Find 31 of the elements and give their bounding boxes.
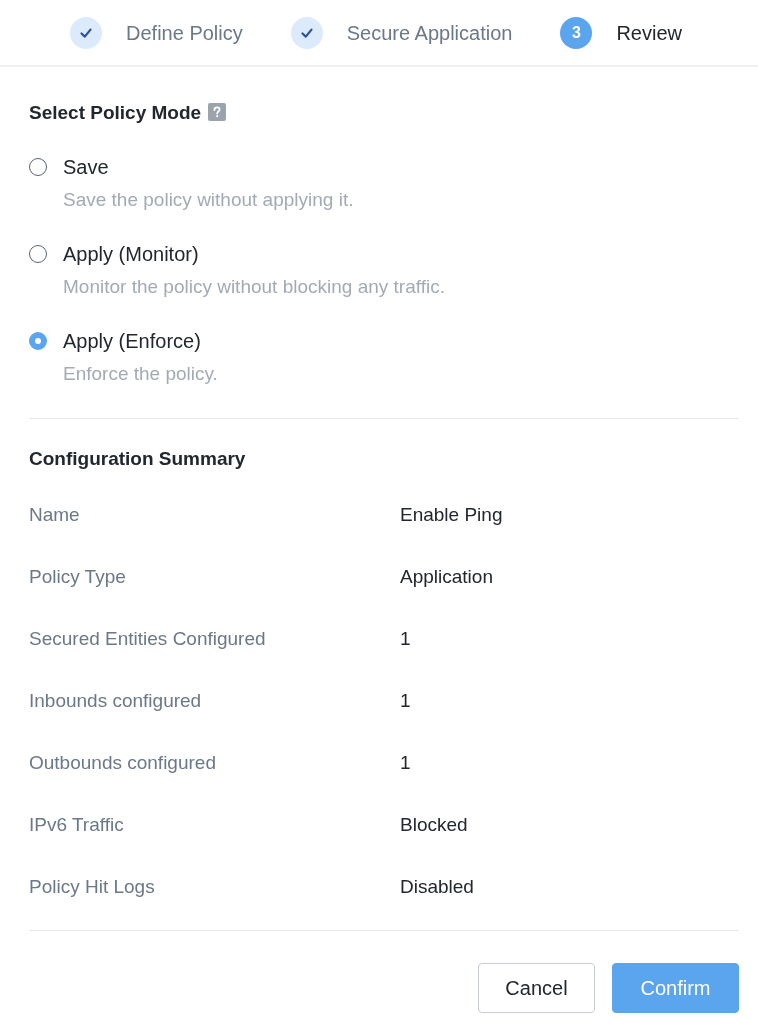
help-icon[interactable]: [208, 102, 227, 121]
option-label[interactable]: Apply (Enforce): [63, 328, 201, 354]
summary-label: Secured Entities Configured: [29, 628, 266, 650]
radio-button[interactable]: [29, 332, 47, 350]
option-description: Save the policy without applying it.: [63, 188, 354, 212]
cancel-button[interactable]: Cancel: [478, 963, 595, 1013]
summary-value: Disabled: [400, 876, 474, 898]
summary-value: Enable Ping: [400, 504, 503, 526]
summary-label: Outbounds configured: [29, 752, 216, 774]
option-label[interactable]: Apply (Monitor): [63, 241, 199, 267]
radio-button[interactable]: [29, 245, 47, 263]
option-description: Enforce the policy.: [63, 362, 218, 386]
step-number: 3: [560, 16, 593, 49]
summary-label: Policy Type: [29, 566, 126, 588]
radio-button[interactable]: [29, 158, 47, 176]
summary-value: Application: [400, 566, 493, 588]
step-label[interactable]: Secure Application: [346, 19, 513, 46]
option-label[interactable]: Save: [63, 154, 109, 180]
step-label[interactable]: Review: [616, 19, 682, 46]
summary-label: Policy Hit Logs: [29, 876, 155, 898]
section-title: Select Policy Mode: [29, 101, 202, 125]
section-title: Configuration Summary: [29, 447, 246, 471]
summary-label: Name: [29, 504, 80, 526]
summary-value: 1: [400, 752, 411, 774]
step-label[interactable]: Define Policy: [126, 19, 243, 46]
summary-value: Blocked: [400, 814, 468, 836]
summary-label: Inbounds configured: [29, 690, 202, 712]
option-description: Monitor the policy without blocking any traffic.: [63, 275, 445, 299]
summary-label: IPv6 Traffic: [29, 814, 124, 836]
summary-value: 1: [400, 628, 411, 650]
summary-value: 1: [400, 690, 411, 712]
